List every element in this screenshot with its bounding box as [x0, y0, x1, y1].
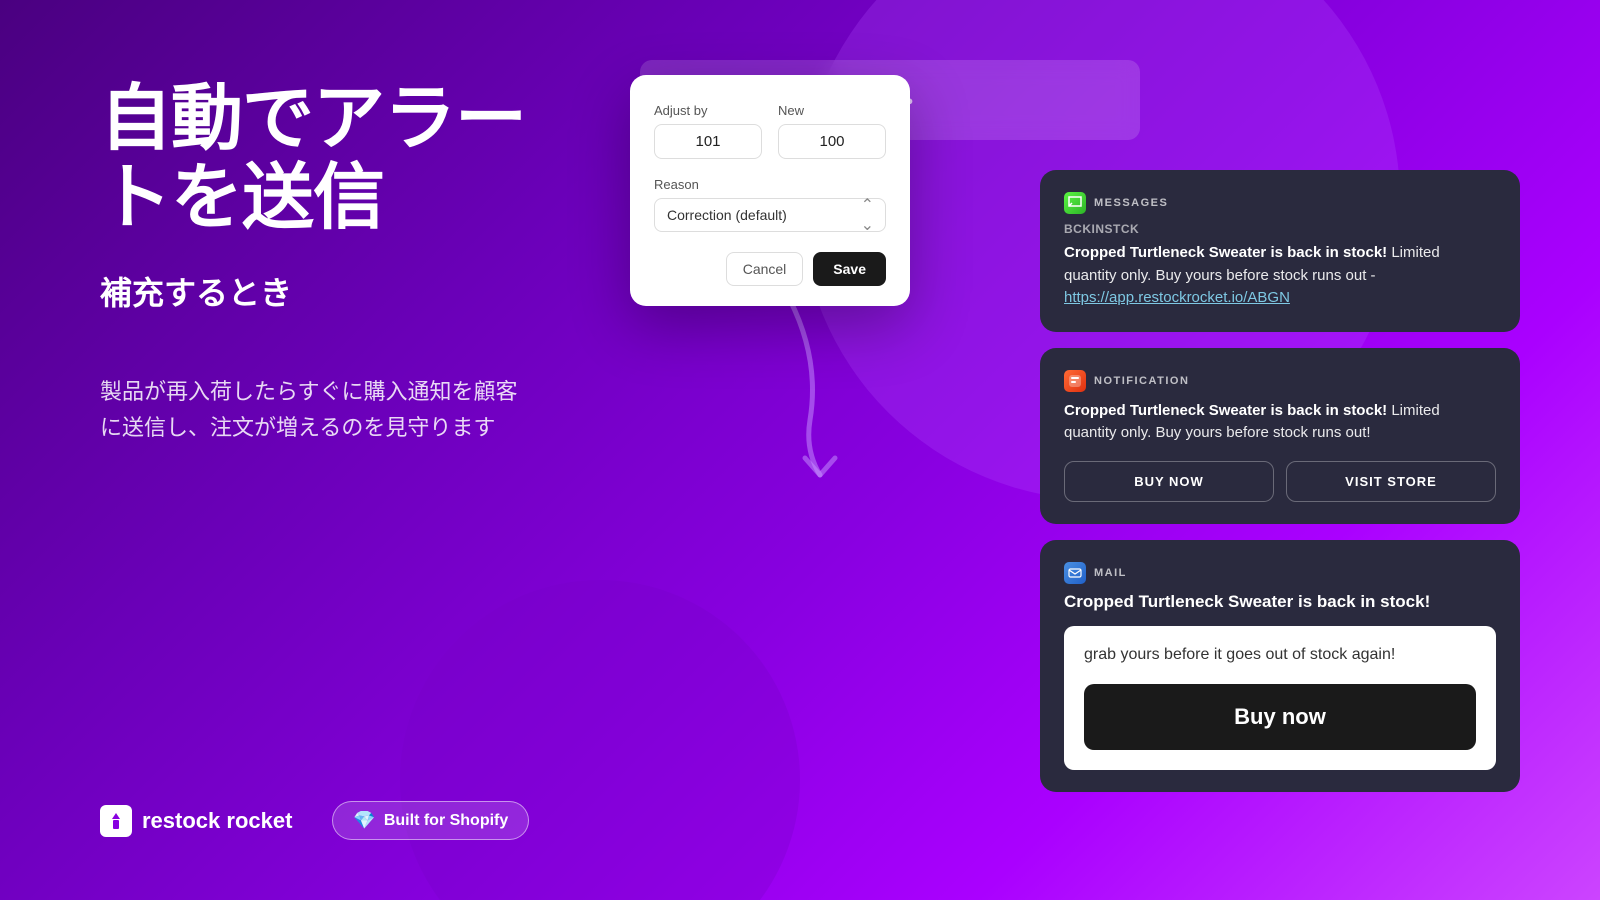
notification-app-icon — [1064, 370, 1086, 392]
brand-logo: restock rocket — [100, 805, 292, 837]
shopify-icon: 💎 — [353, 810, 375, 831]
cancel-button[interactable]: Cancel — [726, 252, 804, 286]
brand-icon — [100, 805, 132, 837]
shopify-badge-label: Built for Shopify — [384, 812, 508, 830]
mail-header: MAIL — [1064, 562, 1496, 584]
adjust-by-input[interactable] — [654, 124, 762, 159]
buy-now-button[interactable]: BUY NOW — [1064, 461, 1274, 502]
main-title: 自動でアラートを送信 — [100, 80, 580, 238]
messages-sender: BCKINSTCK — [1064, 222, 1496, 236]
modal-actions: Cancel Save — [654, 252, 886, 286]
mail-body-preview: grab yours before it goes out of stock a… — [1064, 626, 1496, 770]
messages-type-label: MESSAGES — [1094, 197, 1168, 209]
modal-row-fields: Adjust by New — [654, 103, 886, 159]
mail-subject: Cropped Turtleneck Sweater is back in st… — [1064, 592, 1496, 612]
mail-app-icon — [1064, 562, 1086, 584]
adjust-by-label: Adjust by — [654, 103, 762, 118]
reason-label: Reason — [654, 177, 886, 192]
push-notification: NOTIFICATION Cropped Turtleneck Sweater … — [1040, 348, 1520, 524]
bg-circle-2 — [400, 580, 800, 900]
notif-header: NOTIFICATION — [1064, 370, 1496, 392]
reason-select-wrapper: Correction (default) ⌃⌄ — [654, 198, 886, 232]
new-label: New — [778, 103, 886, 118]
description: 製品が再入荷したらすぐに購入通知を顧客に送信し、注文が増えるのを見守ります — [100, 374, 580, 444]
arrow-decoration — [730, 280, 890, 500]
adjust-modal: Adjust by New Reason Correction (default… — [630, 75, 910, 306]
messages-body-bold: Cropped Turtleneck Sweater is back in st… — [1064, 244, 1387, 261]
save-button[interactable]: Save — [813, 252, 886, 286]
new-input[interactable] — [778, 124, 886, 159]
reason-select[interactable]: Correction (default) — [654, 198, 886, 232]
messages-body: Cropped Turtleneck Sweater is back in st… — [1064, 242, 1496, 310]
new-field: New — [778, 103, 886, 159]
messages-link[interactable]: https://app.restockrocket.io/ABGN — [1064, 289, 1290, 306]
messages-app-icon — [1064, 192, 1086, 214]
notification-type-label: NOTIFICATION — [1094, 375, 1189, 387]
notifications-panel: MESSAGES BCKINSTCK Cropped Turtleneck Sw… — [1040, 170, 1520, 792]
messages-header: MESSAGES — [1064, 192, 1496, 214]
notification-body: Cropped Turtleneck Sweater is back in st… — [1064, 400, 1496, 445]
mail-preview-text: grab yours before it goes out of stock a… — [1084, 646, 1476, 664]
visit-store-button[interactable]: VISIT STORE — [1286, 461, 1496, 502]
mail-type-label: MAIL — [1094, 567, 1127, 579]
notification-body-bold: Cropped Turtleneck Sweater is back in st… — [1064, 402, 1387, 419]
left-content: 自動でアラートを送信 補充するとき 製品が再入荷したらすぐに購入通知を顧客に送信… — [100, 80, 580, 505]
shopify-badge[interactable]: 💎 Built for Shopify — [332, 801, 529, 840]
sub-title: 補充するとき — [100, 268, 580, 314]
adjust-by-field: Adjust by — [654, 103, 762, 159]
brand-name: restock rocket — [142, 808, 292, 834]
messages-notification: MESSAGES BCKINSTCK Cropped Turtleneck Sw… — [1040, 170, 1520, 332]
notification-buttons: BUY NOW VISIT STORE — [1064, 461, 1496, 502]
brand-area: restock rocket 💎 Built for Shopify — [100, 801, 529, 840]
mail-buy-button[interactable]: Buy now — [1084, 684, 1476, 750]
mail-notification: MAIL Cropped Turtleneck Sweater is back … — [1040, 540, 1520, 792]
